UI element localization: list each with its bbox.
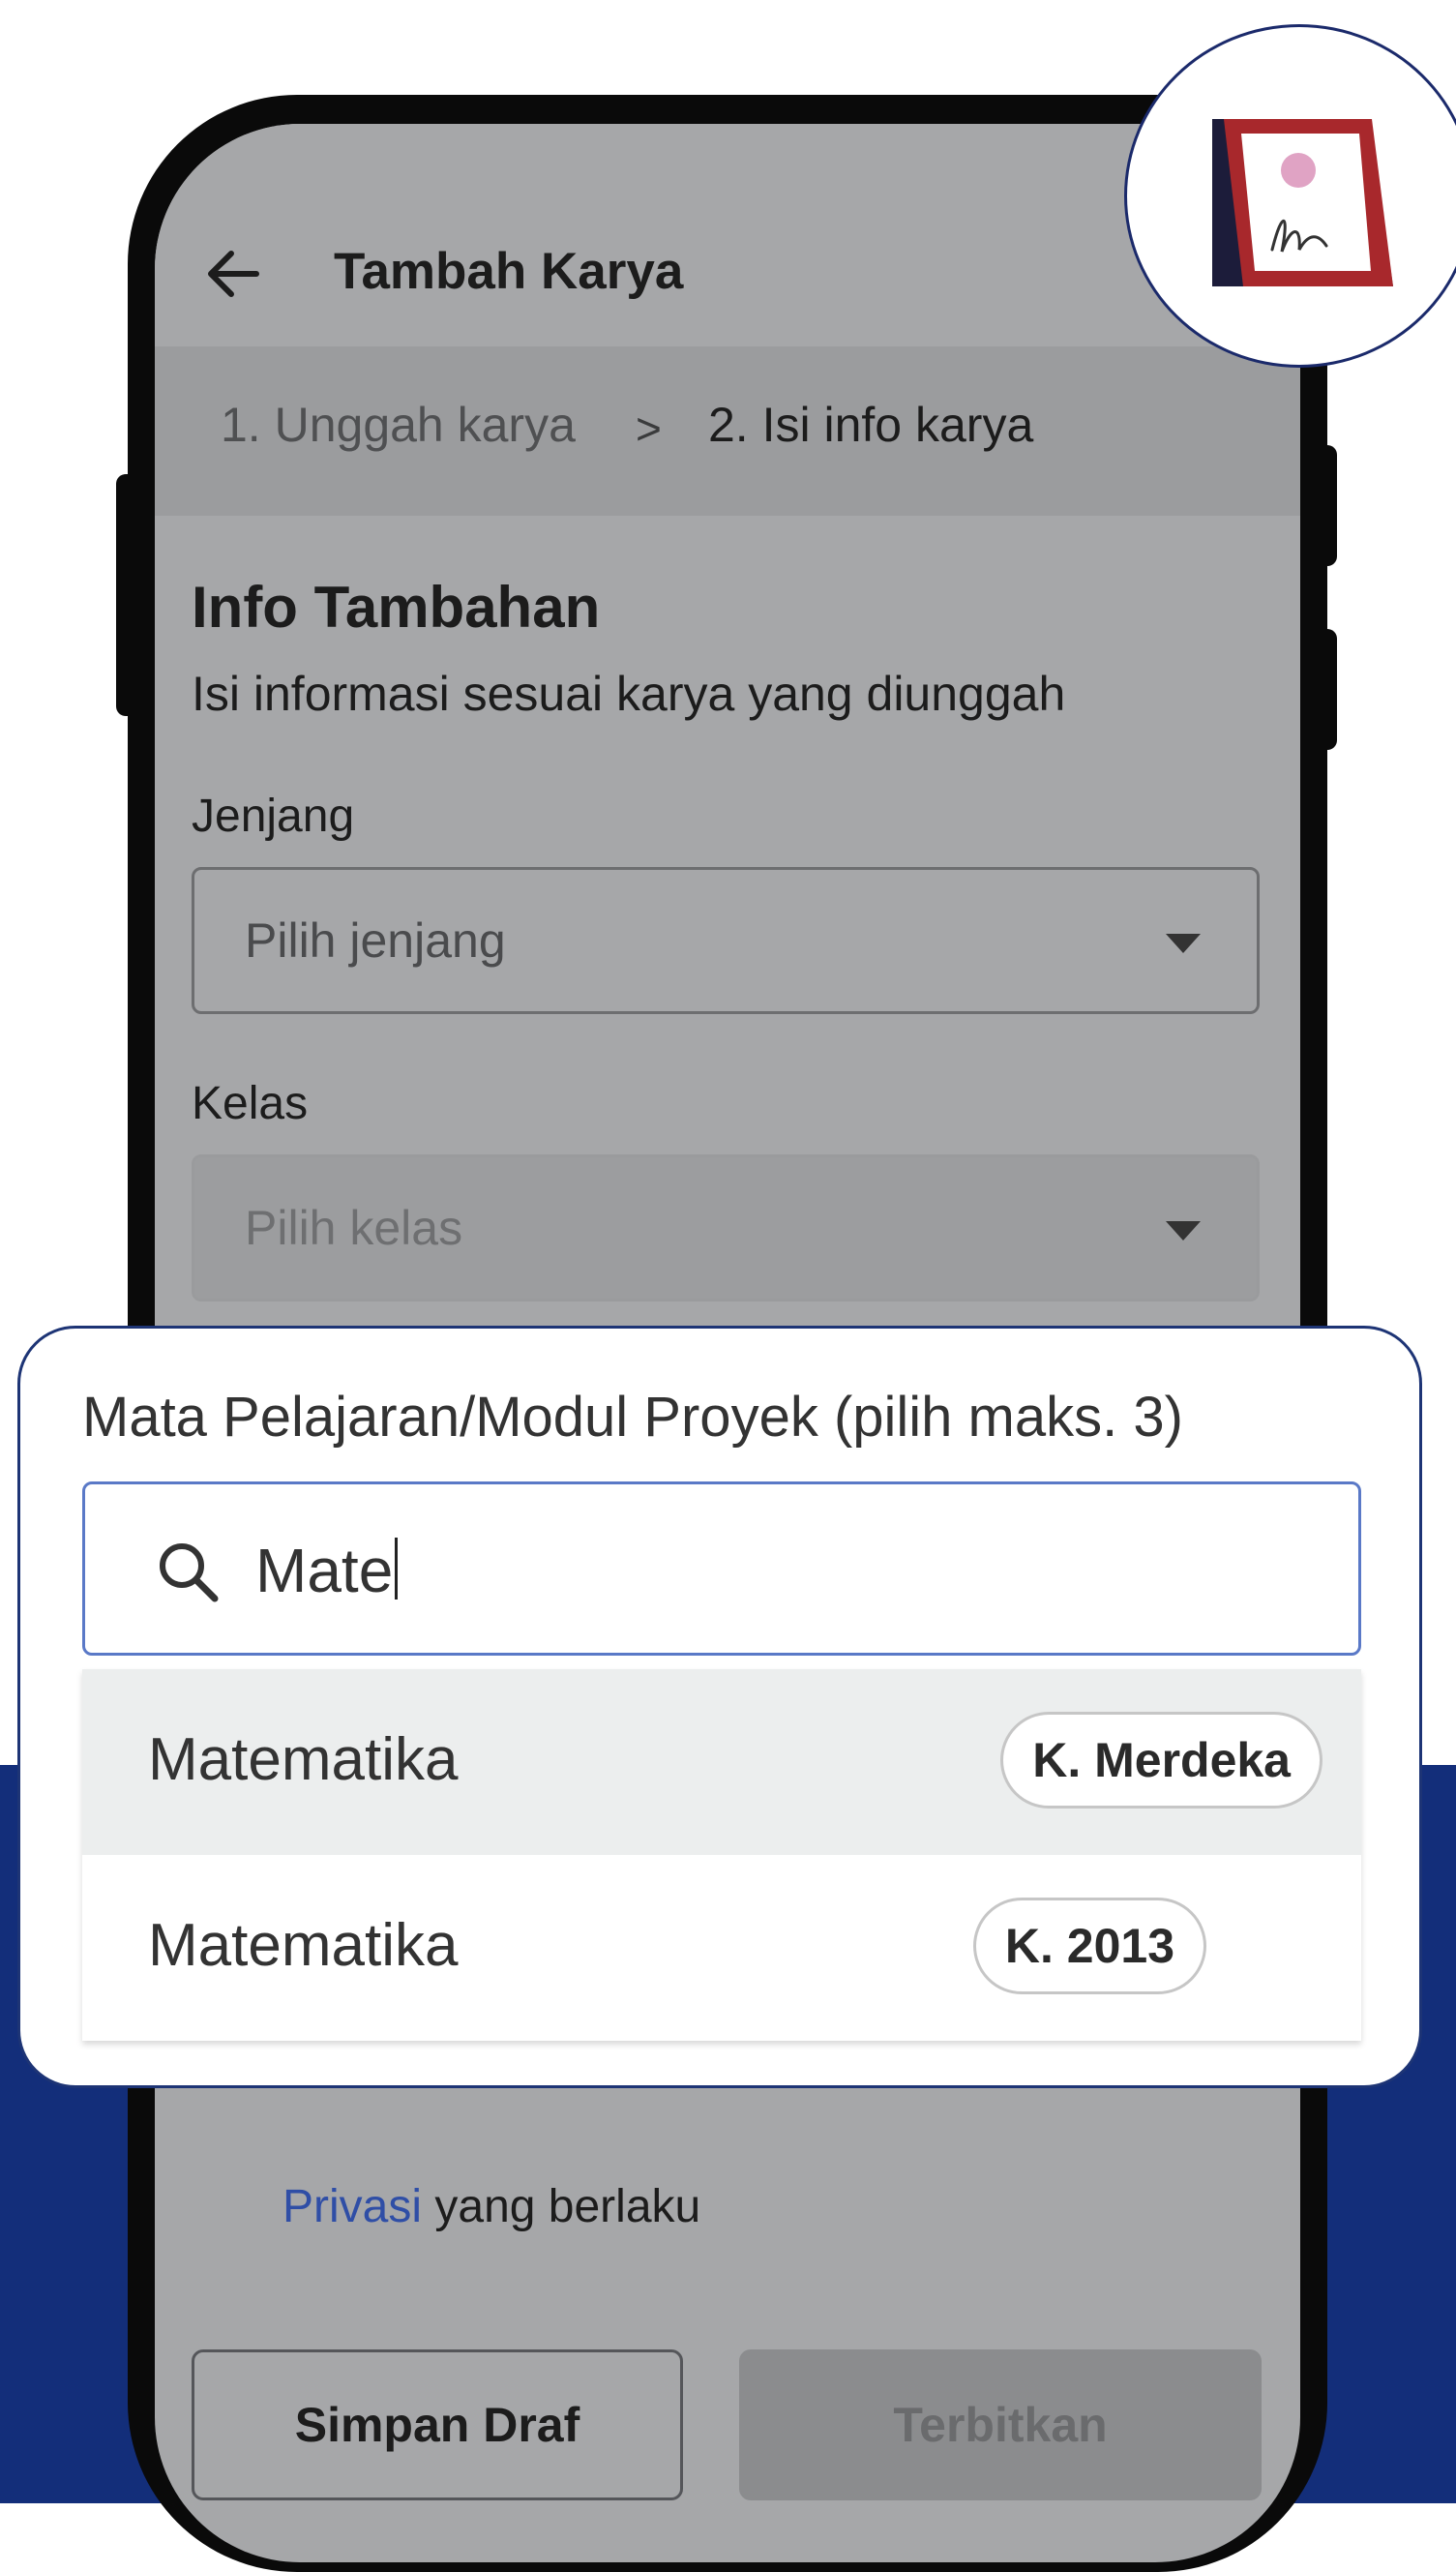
subject-option-name: Matematika [148, 1912, 459, 1979]
back-arrow-icon[interactable] [198, 240, 266, 308]
section-subtitle: Isi informasi sesuai karya yang diunggah [192, 667, 1066, 721]
jenjang-label: Jenjang [192, 791, 355, 842]
page-title: Tambah Karya [334, 243, 684, 300]
curriculum-chip: K. 2013 [972, 1898, 1206, 1994]
subject-option-name: Matematika [148, 1726, 459, 1793]
kelas-select: Pilih kelas [192, 1154, 1260, 1301]
subject-picker-card: Mata Pelajaran/Modul Proyek (pilih maks.… [17, 1326, 1422, 2088]
certificate-icon [1212, 119, 1393, 286]
kelas-placeholder: Pilih kelas [245, 1201, 463, 1255]
privacy-text: Privasi yang berlaku [282, 2180, 700, 2233]
save-draft-button[interactable]: Simpan Draf [192, 2349, 683, 2500]
section-title: Info Tambahan [192, 575, 601, 640]
kelas-label: Kelas [192, 1078, 309, 1129]
chevron-right-icon: > [636, 404, 662, 454]
caret-down-icon [1166, 1221, 1201, 1241]
subject-option[interactable]: Matematika K. Merdeka [82, 1669, 1361, 1855]
step-fill-info[interactable]: 2. Isi info karya [708, 397, 1033, 453]
search-value: Mate [255, 1535, 399, 1606]
subject-picker-label: Mata Pelajaran/Modul Proyek (pilih maks.… [82, 1386, 1183, 1449]
privacy-rest: yang berlaku [422, 2181, 701, 2232]
subject-dropdown: Matematika K. Merdeka Matematika K. 2013 [82, 1669, 1361, 2041]
caret-down-icon [1166, 934, 1201, 953]
search-text: Mate [255, 1536, 394, 1605]
certificate-badge [1124, 24, 1456, 368]
subject-search-input[interactable]: Mate [82, 1481, 1361, 1656]
privacy-link[interactable]: Privasi [282, 2181, 422, 2232]
text-cursor [395, 1538, 399, 1600]
jenjang-select[interactable]: Pilih jenjang [192, 867, 1260, 1014]
step-upload[interactable]: 1. Unggah karya [221, 397, 576, 453]
curriculum-chip: K. Merdeka [1000, 1712, 1322, 1809]
jenjang-placeholder: Pilih jenjang [245, 913, 506, 968]
subject-option[interactable]: Matematika K. 2013 [82, 1855, 1361, 2041]
search-icon [160, 1543, 219, 1602]
stepper: 1. Unggah karya > 2. Isi info karya [155, 346, 1300, 516]
publish-button: Terbitkan [739, 2349, 1262, 2500]
